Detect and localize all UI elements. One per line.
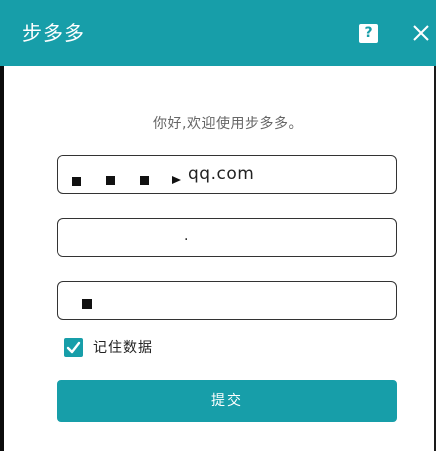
submit-button[interactable]: 提交 [57, 380, 397, 422]
app-title: 步多多 [22, 21, 85, 45]
redaction-block [140, 176, 149, 185]
password-value: . [184, 228, 189, 244]
redaction-block [82, 299, 92, 309]
redaction-block [172, 176, 181, 184]
login-window: 步多多 ? 你好,欢迎使用步多多。 qq.com . 记住数据 提交 [0, 0, 436, 451]
redaction-mask [58, 237, 170, 256]
remember-label: 记住数据 [93, 340, 153, 356]
remember-data-toggle[interactable]: 记住数据 [64, 336, 153, 358]
redaction-block [106, 176, 115, 185]
redaction-block [72, 177, 81, 186]
close-icon [413, 25, 429, 41]
checkmark-icon [66, 341, 81, 353]
redaction-mask [130, 156, 190, 158]
redaction-mask [58, 156, 130, 162]
remember-checkbox[interactable] [64, 337, 83, 357]
email-value: qq.com [188, 164, 255, 184]
title-bar: 步多多 ? [0, 0, 436, 66]
question-mark-icon: ? [364, 25, 373, 41]
password-field[interactable]: . [57, 218, 397, 257]
welcome-message: 你好,欢迎使用步多多。 [153, 116, 303, 132]
redaction-mask [98, 282, 194, 319]
close-button[interactable] [409, 21, 433, 45]
verification-field[interactable] [57, 281, 397, 320]
help-button[interactable]: ? [359, 24, 378, 43]
email-field[interactable]: qq.com [57, 155, 397, 194]
redaction-mask [82, 219, 162, 227]
